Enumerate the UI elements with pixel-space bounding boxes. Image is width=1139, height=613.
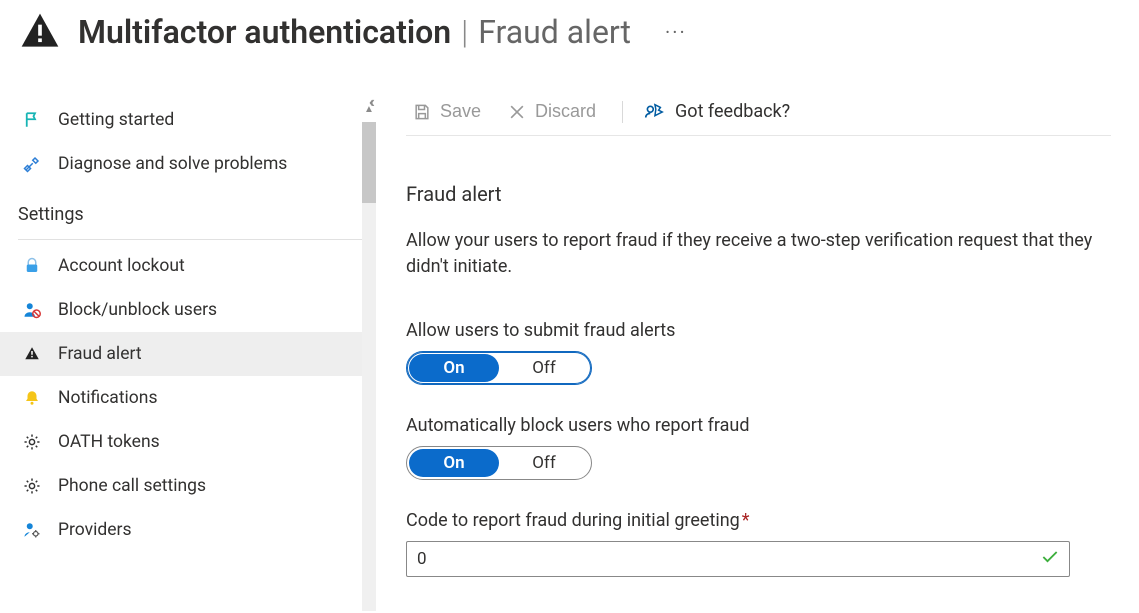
feedback-icon	[643, 101, 665, 123]
sidebar-item-fraud-alert[interactable]: Fraud alert	[0, 332, 362, 376]
setting-allow-submit: Allow users to submit fraud alerts On Of…	[406, 320, 1111, 385]
sidebar-item-label: OATH tokens	[58, 432, 160, 452]
page-title-sub: Fraud alert	[478, 13, 631, 51]
setting-label: Code to report fraud during initial gree…	[406, 510, 1111, 531]
toggle-on-option[interactable]: On	[409, 449, 499, 477]
scroll-up-arrow-icon[interactable]: ▲	[362, 104, 376, 115]
sidebar-item-label: Getting started	[58, 110, 174, 130]
page-title-main: Multifactor authentication	[78, 13, 451, 51]
toggle-on-option[interactable]: On	[409, 354, 499, 382]
section-description: Allow your users to report fraud if they…	[406, 228, 1106, 280]
sidebar-item-notifications[interactable]: Notifications	[0, 376, 362, 420]
alert-icon	[18, 10, 62, 54]
sidebar-item-providers[interactable]: Providers	[0, 508, 362, 552]
alert-icon	[22, 344, 42, 364]
save-icon	[412, 102, 432, 122]
sidebar-item-diagnose[interactable]: Diagnose and solve problems	[0, 142, 362, 186]
gear-icon	[22, 432, 42, 452]
toolbar-separator	[622, 101, 623, 123]
setting-code: Code to report fraud during initial gree…	[406, 510, 1111, 577]
feedback-label: Got feedback?	[675, 101, 790, 122]
sidebar-scrollbar[interactable]: ▲	[362, 122, 376, 611]
sidebar-item-label: Block/unblock users	[58, 300, 217, 320]
tools-icon	[22, 154, 42, 174]
lock-icon	[22, 256, 42, 276]
code-input[interactable]	[406, 541, 1070, 577]
scrollbar-thumb[interactable]	[362, 122, 376, 203]
toggle-allow-submit[interactable]: On Off	[406, 351, 592, 385]
sidebar-item-block-unblock[interactable]: Block/unblock users	[0, 288, 362, 332]
sidebar-item-getting-started[interactable]: Getting started	[0, 98, 362, 142]
sidebar-item-label: Providers	[58, 520, 132, 540]
discard-button[interactable]: Discard	[501, 97, 602, 126]
setting-label: Automatically block users who report fra…	[406, 415, 1111, 436]
sidebar-section-settings: Settings	[0, 186, 376, 233]
close-icon	[507, 102, 527, 122]
alert-triangle-icon	[18, 10, 62, 54]
setting-auto-block: Automatically block users who report fra…	[406, 415, 1111, 480]
flag-icon	[22, 110, 42, 130]
sidebar-item-label: Notifications	[58, 388, 157, 408]
title-separator: |	[461, 13, 468, 51]
page-header: Multifactor authentication | Fraud alert…	[0, 0, 1139, 90]
divider	[18, 239, 362, 240]
more-menu-icon[interactable]: ···	[661, 18, 691, 46]
discard-label: Discard	[535, 101, 596, 122]
save-label: Save	[440, 101, 481, 122]
required-indicator: *	[742, 510, 750, 531]
sidebar-item-oath-tokens[interactable]: OATH tokens	[0, 420, 362, 464]
setting-code-label-text: Code to report fraud during initial gree…	[406, 510, 740, 531]
valid-check-icon	[1040, 547, 1060, 571]
user-gear-icon	[22, 520, 42, 540]
section-heading: Fraud alert	[406, 182, 1111, 206]
feedback-link[interactable]: Got feedback?	[643, 101, 790, 123]
main-content: Save Discard Got feedback? Fraud alert A…	[376, 90, 1139, 611]
save-button[interactable]: Save	[406, 97, 487, 126]
user-block-icon	[22, 300, 42, 320]
sidebar-item-label: Phone call settings	[58, 476, 206, 496]
sidebar-item-label: Diagnose and solve problems	[58, 154, 287, 174]
toggle-off-option[interactable]: Off	[499, 449, 589, 477]
sidebar-item-phone-call[interactable]: Phone call settings	[0, 464, 362, 508]
sidebar-item-label: Account lockout	[58, 256, 185, 276]
bell-icon	[22, 388, 42, 408]
setting-label: Allow users to submit fraud alerts	[406, 320, 1111, 341]
page-title: Multifactor authentication | Fraud alert	[78, 13, 631, 51]
sidebar: ‹‹ Getting started Diagnose and solve pr…	[0, 90, 376, 611]
toggle-off-option[interactable]: Off	[499, 354, 589, 382]
gear-icon	[22, 476, 42, 496]
toolbar: Save Discard Got feedback?	[406, 94, 1111, 136]
sidebar-item-account-lockout[interactable]: Account lockout	[0, 244, 362, 288]
sidebar-item-label: Fraud alert	[58, 344, 142, 364]
toggle-auto-block[interactable]: On Off	[406, 446, 592, 480]
